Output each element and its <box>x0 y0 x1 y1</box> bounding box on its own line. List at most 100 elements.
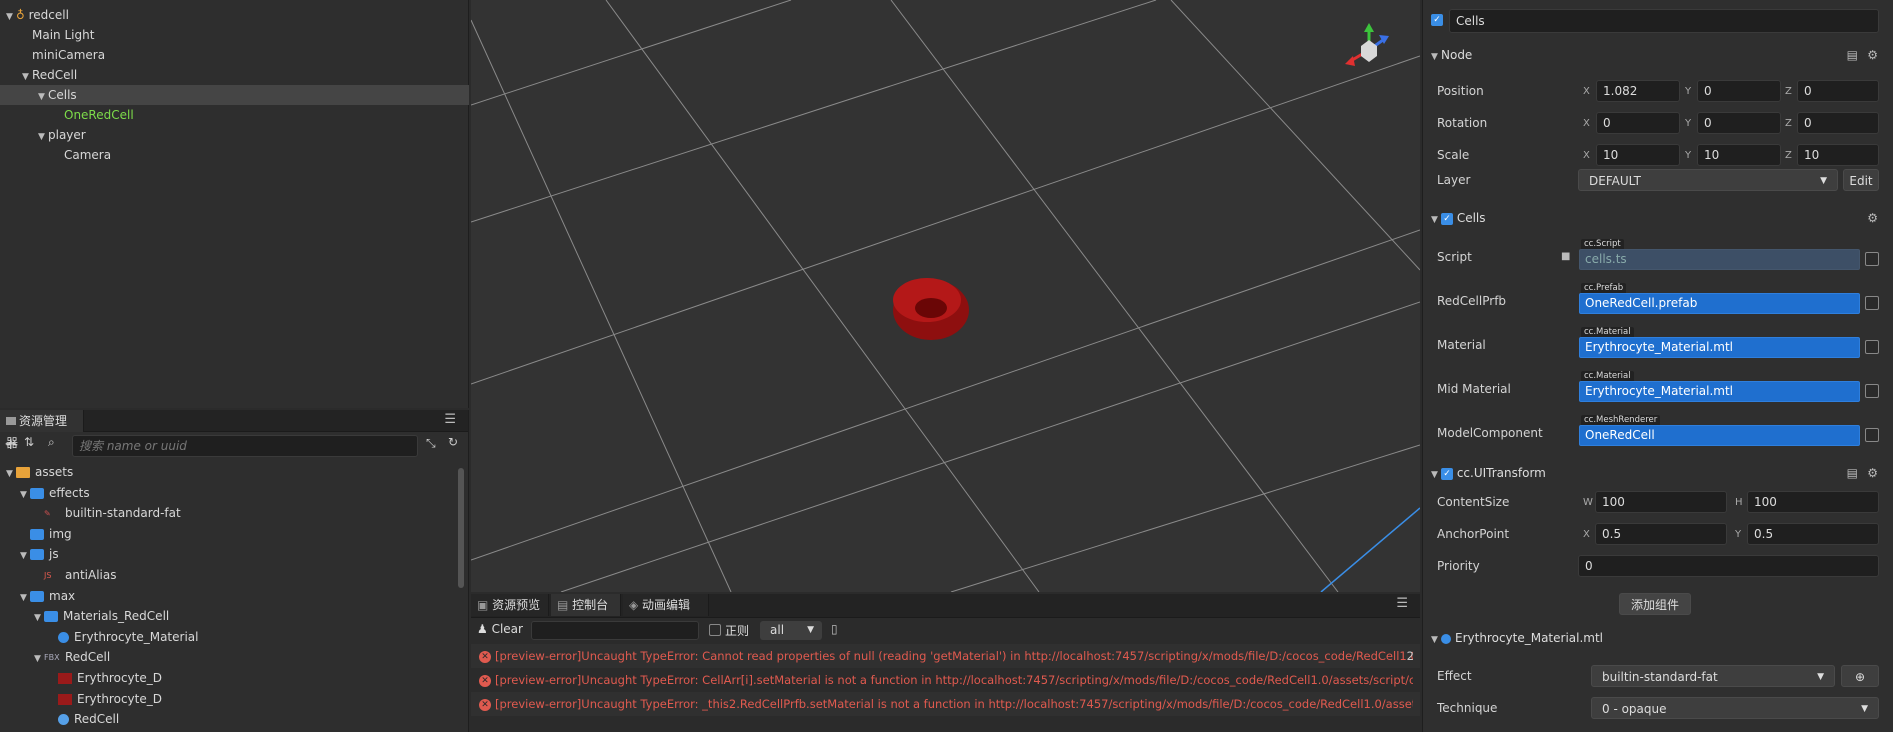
add-component-button[interactable]: 添加组件 <box>1619 593 1691 615</box>
asset-picker-icon[interactable] <box>1865 252 1879 266</box>
chevron-down-icon[interactable]: ▼ <box>6 464 16 484</box>
material-icon <box>58 631 69 643</box>
chevron-down-icon[interactable]: ▼ <box>22 67 32 87</box>
tab-animation-editor[interactable]: ◈ 动画编辑器 <box>623 594 709 634</box>
mid_material-field[interactable]: Erythrocyte_Material.mtl <box>1579 381 1860 402</box>
console-error-row[interactable]: ✕ [preview-error]Uncaught TypeError: Cell… <box>471 668 1420 692</box>
chevron-down-icon[interactable]: ▼ <box>20 588 30 608</box>
asset-picker-icon[interactable] <box>1865 384 1879 398</box>
asset-item[interactable]: Erythrocyte_D <box>0 689 455 709</box>
regex-checkbox[interactable] <box>709 624 721 636</box>
asset-picker-icon[interactable] <box>1865 428 1879 442</box>
hierarchy-item[interactable]: Main Light <box>0 25 469 45</box>
technique-select[interactable]: 0 - opaque ▼ <box>1591 697 1879 719</box>
asset-picker-icon[interactable] <box>1865 340 1879 354</box>
chevron-down-icon[interactable]: ▼ <box>20 546 30 566</box>
asset-item[interactable]: ▼ Materials_RedCell <box>0 606 455 626</box>
chevron-down-icon[interactable]: ▼ <box>38 87 48 107</box>
asset-item[interactable]: ▼ js <box>0 544 455 564</box>
chevron-down-icon[interactable]: ▼ <box>34 608 44 628</box>
anchorpoint-y-input[interactable]: 0.5 <box>1747 523 1879 545</box>
effect-select[interactable]: builtin-standard-fat ▼ <box>1591 665 1835 687</box>
anchorpoint-x-input[interactable]: 0.5 <box>1595 523 1727 545</box>
hierarchy-item[interactable]: ▼ player <box>0 125 469 145</box>
hierarchy-item[interactable]: ▼ ♁ redcell <box>0 5 469 25</box>
tab-assets[interactable]: 资源管理器 <box>0 410 84 450</box>
position-z-input[interactable]: 0 <box>1797 80 1879 102</box>
uitransform-section-header[interactable]: ▼ ✓ cc.UITransform ▤ ⚙ <box>1431 462 1886 484</box>
sort-icon[interactable]: ⇅ <box>24 435 34 449</box>
assets-scrollbar[interactable] <box>458 468 464 588</box>
console-error-row[interactable]: ✕ [preview-error]Uncaught TypeError: Cann… <box>471 644 1420 668</box>
contentsize-height-input[interactable]: 100 <box>1747 491 1879 513</box>
node-active-checkbox[interactable]: ✓ <box>1431 14 1443 26</box>
position-x-input[interactable]: 1.082 <box>1596 80 1680 102</box>
hierarchy-item[interactable]: miniCamera <box>0 45 469 65</box>
collapse-icon[interactable]: ⤡ <box>426 436 436 451</box>
hierarchy-item[interactable]: ▼ Cells <box>0 85 469 105</box>
layer-edit-button[interactable]: Edit <box>1843 169 1879 191</box>
console-menu-icon[interactable]: ☰ <box>1396 596 1408 611</box>
asset-item-label: Erythrocyte_D <box>77 691 162 706</box>
asset-item[interactable]: img <box>0 524 455 544</box>
material-field[interactable]: Erythrocyte_Material.mtl <box>1579 337 1860 358</box>
priority-input[interactable]: 0 <box>1578 555 1879 577</box>
asset-item-label: img <box>49 526 72 541</box>
scene-viewport[interactable] <box>471 0 1420 592</box>
hierarchy-item[interactable]: ▼ RedCell <box>0 65 469 85</box>
refresh-icon[interactable]: ↻ <box>448 435 458 449</box>
console-error-row[interactable]: ✕ [preview-error]Uncaught TypeError: _thi… <box>471 692 1420 716</box>
gear-icon[interactable]: ⚙ <box>1867 207 1878 229</box>
asset-item[interactable]: JS antiAlias <box>0 565 455 585</box>
model_component-field[interactable]: OneRedCell <box>1579 425 1860 446</box>
asset-item[interactable]: ▼ max <box>0 586 455 606</box>
open-log-file-icon[interactable]: ▯ <box>831 622 838 636</box>
tab-console-label: 控制台 <box>572 598 609 612</box>
chevron-down-icon[interactable]: ▼ <box>38 127 48 147</box>
locate-effect-button[interactable]: ⊕ <box>1841 665 1879 687</box>
asset-item[interactable]: Erythrocyte_D <box>0 668 455 688</box>
material-section-header[interactable]: ▼ Erythrocyte_Material.mtl <box>1431 627 1886 649</box>
menu-icon[interactable]: ☰ <box>444 412 456 427</box>
scale-x-input[interactable]: 10 <box>1596 144 1680 166</box>
asset-picker-icon[interactable] <box>1865 296 1879 310</box>
redcellprfb-field[interactable]: OneRedCell.prefab <box>1579 293 1860 314</box>
layer-select[interactable]: DEFAULT ▼ <box>1578 169 1838 191</box>
add-icon[interactable]: + <box>4 434 17 453</box>
chevron-down-icon[interactable]: ▼ <box>6 7 16 27</box>
book-icon[interactable]: ▤ <box>1847 462 1858 484</box>
position-y-input[interactable]: 0 <box>1697 80 1781 102</box>
gear-icon[interactable]: ⚙ <box>1867 44 1878 66</box>
asset-item[interactable]: ✎ builtin-standard-fat <box>0 503 455 523</box>
asset-item[interactable]: ▼ FBX RedCell <box>0 647 455 667</box>
contentsize-width-input[interactable]: 100 <box>1595 491 1727 513</box>
tab-console[interactable]: ▤ 控制台 <box>551 594 621 616</box>
rotation-y-input[interactable]: 0 <box>1697 112 1781 134</box>
node-section-header[interactable]: ▼ Node ▤ ⚙ <box>1431 44 1886 66</box>
chevron-down-icon[interactable]: ▼ <box>34 649 44 669</box>
search-input[interactable]: 搜索 name or uuid <box>72 435 418 457</box>
book-icon[interactable]: ▤ <box>1847 44 1858 66</box>
tab-asset-preview[interactable]: ▣ 资源预览 <box>471 594 549 616</box>
asset-item[interactable]: RedCell <box>0 709 455 729</box>
gear-icon[interactable]: ⚙ <box>1867 462 1878 484</box>
asset-item[interactable]: Erythrocyte_Material <box>0 627 455 647</box>
asset-item[interactable]: ▼ assets <box>0 462 455 482</box>
hierarchy-item-label: player <box>48 128 86 142</box>
rotation-z-input[interactable]: 0 <box>1797 112 1879 134</box>
log-level-select[interactable]: all ▼ <box>760 621 822 640</box>
uitransform-enabled-checkbox[interactable]: ✓ <box>1441 467 1453 480</box>
console-filter-input[interactable] <box>531 621 699 640</box>
hierarchy-item[interactable]: Camera <box>0 145 469 165</box>
hierarchy-item[interactable]: OneRedCell <box>0 105 469 125</box>
rotation-x-input[interactable]: 0 <box>1596 112 1680 134</box>
search-type-icon[interactable]: ⌕ <box>48 435 55 450</box>
cells-section-header[interactable]: ▼ ✓ Cells ⚙ <box>1431 207 1886 229</box>
chevron-down-icon[interactable]: ▼ <box>20 485 30 505</box>
scale-z-input[interactable]: 10 <box>1797 144 1879 166</box>
node-name-input[interactable]: Cells <box>1449 9 1879 33</box>
cells-enabled-checkbox[interactable]: ✓ <box>1441 212 1453 225</box>
clear-button[interactable]: ♟ Clear <box>477 622 523 636</box>
asset-item[interactable]: ▼ effects <box>0 483 455 503</box>
scale-y-input[interactable]: 10 <box>1697 144 1781 166</box>
